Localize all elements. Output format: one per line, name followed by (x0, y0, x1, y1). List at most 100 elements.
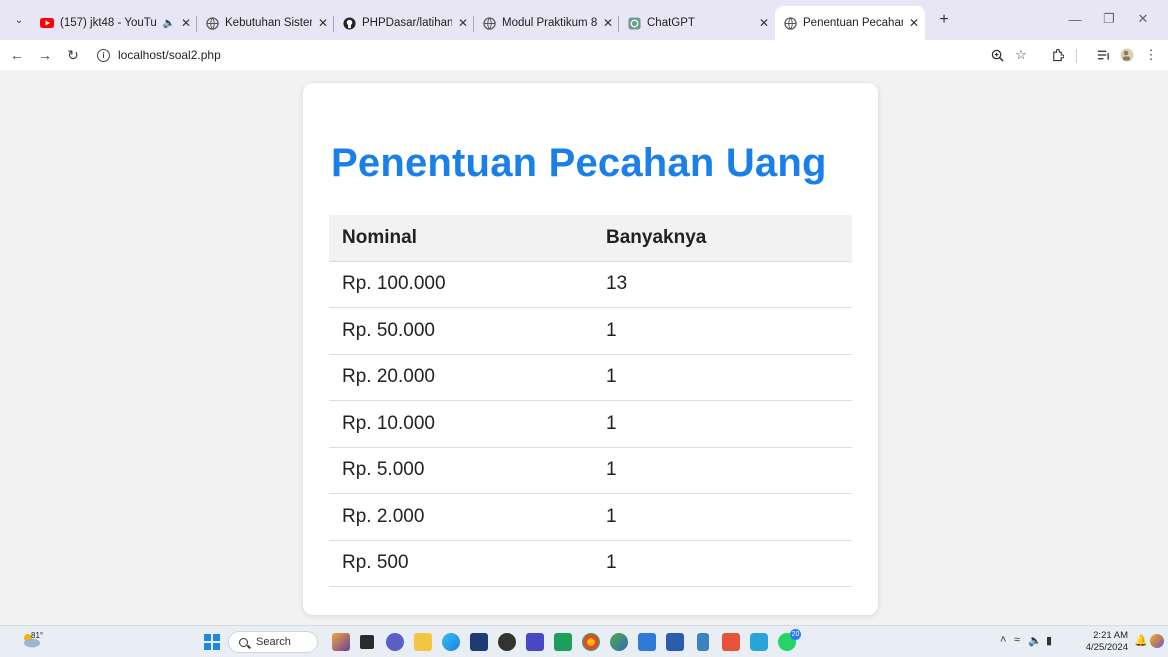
windows-taskbar: 81° Search 20 ˄ ≈ 🔈 ▮ 2:21 AM 4/25/2024 … (0, 625, 1168, 657)
tab-modul-praktikum[interactable]: Modul Praktikum 8 - PHP ✕ (474, 6, 619, 40)
cell-nominal: Rp. 500 (329, 540, 593, 587)
tab-title: Kebutuhan Sistem -Desain (225, 17, 312, 29)
close-window-button[interactable]: ✕ (1128, 8, 1158, 30)
close-icon[interactable]: ✕ (181, 16, 191, 30)
xampp-icon[interactable] (722, 633, 740, 651)
close-icon[interactable]: ✕ (318, 16, 328, 30)
new-tab-button[interactable]: + (931, 7, 957, 33)
notepad-icon[interactable] (697, 633, 709, 651)
tab-chatgpt[interactable]: ChatGPT ✕ (619, 6, 775, 40)
chevron-down-icon: ⌄ (14, 14, 24, 26)
address-bar[interactable]: i localhost/soal2.php (97, 44, 997, 66)
content-card: Penentuan Pecahan Uang Nominal Banyaknya… (303, 83, 878, 615)
volume-icon[interactable]: 🔈 (1028, 634, 1042, 647)
extensions-icon[interactable] (1046, 44, 1068, 66)
reading-list-icon[interactable] (1092, 44, 1114, 66)
widgets-app-icon[interactable] (332, 633, 350, 651)
system-clock[interactable]: 2:21 AM 4/25/2024 (1072, 630, 1128, 654)
tab-penentuan-pecahan-uang[interactable]: Penentuan Pecahan Uang ✕ (775, 6, 925, 40)
github-icon (342, 16, 356, 30)
minimize-button[interactable]: — (1060, 8, 1090, 30)
tab-youtube[interactable]: (157) jkt48 - YouTube 🔈 ✕ (32, 6, 197, 40)
arrow-left-icon: ← (10, 47, 24, 63)
close-icon[interactable]: ✕ (458, 16, 468, 30)
windows-start-icon[interactable] (204, 634, 220, 650)
cell-nominal: Rp. 20.000 (329, 354, 593, 401)
zoom-icon[interactable] (986, 44, 1008, 66)
copilot-icon[interactable] (1150, 634, 1164, 648)
page-viewport: Penentuan Pecahan Uang Nominal Banyaknya… (0, 70, 1168, 625)
file-explorer-icon[interactable] (414, 633, 432, 651)
task-view-icon[interactable] (360, 635, 374, 649)
menu-kebab-icon[interactable]: ⋮ (1140, 44, 1162, 66)
globe-app-icon[interactable] (610, 633, 628, 651)
table-row: Rp. 50.000 1 (329, 307, 852, 355)
tab-strip: ⌄ (157) jkt48 - YouTube 🔈 ✕ Kebutuhan Si… (0, 0, 1168, 40)
wifi-icon[interactable]: ≈ (1014, 634, 1020, 646)
weather-temp: 81° (31, 631, 44, 640)
back-button[interactable]: ← (6, 44, 28, 66)
battery-icon[interactable]: ▮ (1046, 634, 1052, 647)
close-icon[interactable]: ✕ (909, 16, 919, 30)
search-icon (239, 637, 248, 647)
speaker-icon[interactable]: 🔈 (162, 18, 174, 29)
bookmark-star-icon[interactable]: ☆ (1010, 44, 1032, 66)
edge-browser-icon[interactable] (442, 633, 460, 651)
reload-icon: ↻ (67, 46, 79, 63)
word-icon[interactable] (666, 633, 684, 651)
tab-title: (157) jkt48 - YouTube (60, 17, 157, 29)
obs-studio-icon[interactable] (498, 633, 516, 651)
toolbar-divider (1076, 49, 1077, 63)
cell-nominal: Rp. 50.000 (329, 307, 593, 355)
visual-studio-icon[interactable] (526, 633, 544, 651)
cell-nominal: Rp. 10.000 (329, 400, 593, 448)
tab-title: Penentuan Pecahan Uang (803, 17, 903, 29)
snipping-tool-icon[interactable] (750, 633, 768, 651)
youtube-icon (40, 16, 54, 30)
cell-banyaknya: 1 (593, 354, 852, 401)
chatgpt-icon (627, 16, 641, 30)
table-header-row: Nominal Banyaknya (329, 215, 852, 262)
maximize-button[interactable]: ❐ (1094, 8, 1124, 30)
clock-date: 4/25/2024 (1085, 642, 1128, 653)
table-row: Rp. 2.000 1 (329, 493, 852, 541)
chevron-up-icon[interactable]: ˄ (1000, 634, 1006, 646)
arrow-right-icon: → (38, 47, 52, 63)
header-banyaknya: Banyaknya (593, 215, 852, 262)
page-title: Penentuan Pecahan Uang (331, 141, 827, 185)
table-row: Rp. 500 1 (329, 540, 852, 587)
reload-button[interactable]: ↻ (62, 44, 84, 66)
close-icon[interactable]: ✕ (603, 16, 613, 30)
globe-icon (783, 16, 797, 30)
taskbar-search[interactable]: Search (228, 631, 318, 653)
table-row: Rp. 100.000 13 (329, 261, 852, 308)
tab-title: Modul Praktikum 8 - PHP (502, 17, 597, 29)
chrome-icon[interactable] (582, 633, 600, 651)
teams-chat-icon[interactable] (386, 633, 404, 651)
tab-search-button[interactable]: ⌄ (6, 7, 32, 33)
vscode-icon[interactable] (638, 633, 656, 651)
info-icon[interactable]: i (97, 48, 110, 62)
cell-banyaknya: 1 (593, 540, 852, 587)
denomination-table: Nominal Banyaknya Rp. 100.000 13 Rp. 50.… (329, 215, 852, 587)
tab-title: PHPDasar/latihan9.php at (362, 17, 452, 29)
weather-widget[interactable]: 81° (20, 631, 46, 653)
forward-button[interactable]: → (34, 44, 56, 66)
profile-avatar[interactable] (1116, 44, 1138, 66)
cell-banyaknya: 1 (593, 400, 852, 448)
microsoft-store-icon[interactable] (470, 633, 488, 651)
cell-nominal: Rp. 5.000 (329, 447, 593, 494)
excel-icon[interactable] (554, 633, 572, 651)
cell-banyaknya: 1 (593, 447, 852, 494)
cell-banyaknya: 1 (593, 307, 852, 355)
clock-time: 2:21 AM (1093, 630, 1128, 641)
table-row: Rp. 20.000 1 (329, 354, 852, 401)
cell-nominal: Rp. 2.000 (329, 493, 593, 541)
close-icon[interactable]: ✕ (759, 16, 769, 30)
header-nominal: Nominal (329, 215, 593, 262)
tab-kebutuhan-sistem[interactable]: Kebutuhan Sistem -Desain ✕ (197, 6, 334, 40)
whatsapp-notification-badge: 20 (790, 629, 801, 640)
taskbar-search-label: Search (256, 636, 291, 648)
tab-phpdasar-github[interactable]: PHPDasar/latihan9.php at ✕ (334, 6, 474, 40)
notification-bell-icon[interactable]: 🔔 (1134, 634, 1148, 647)
